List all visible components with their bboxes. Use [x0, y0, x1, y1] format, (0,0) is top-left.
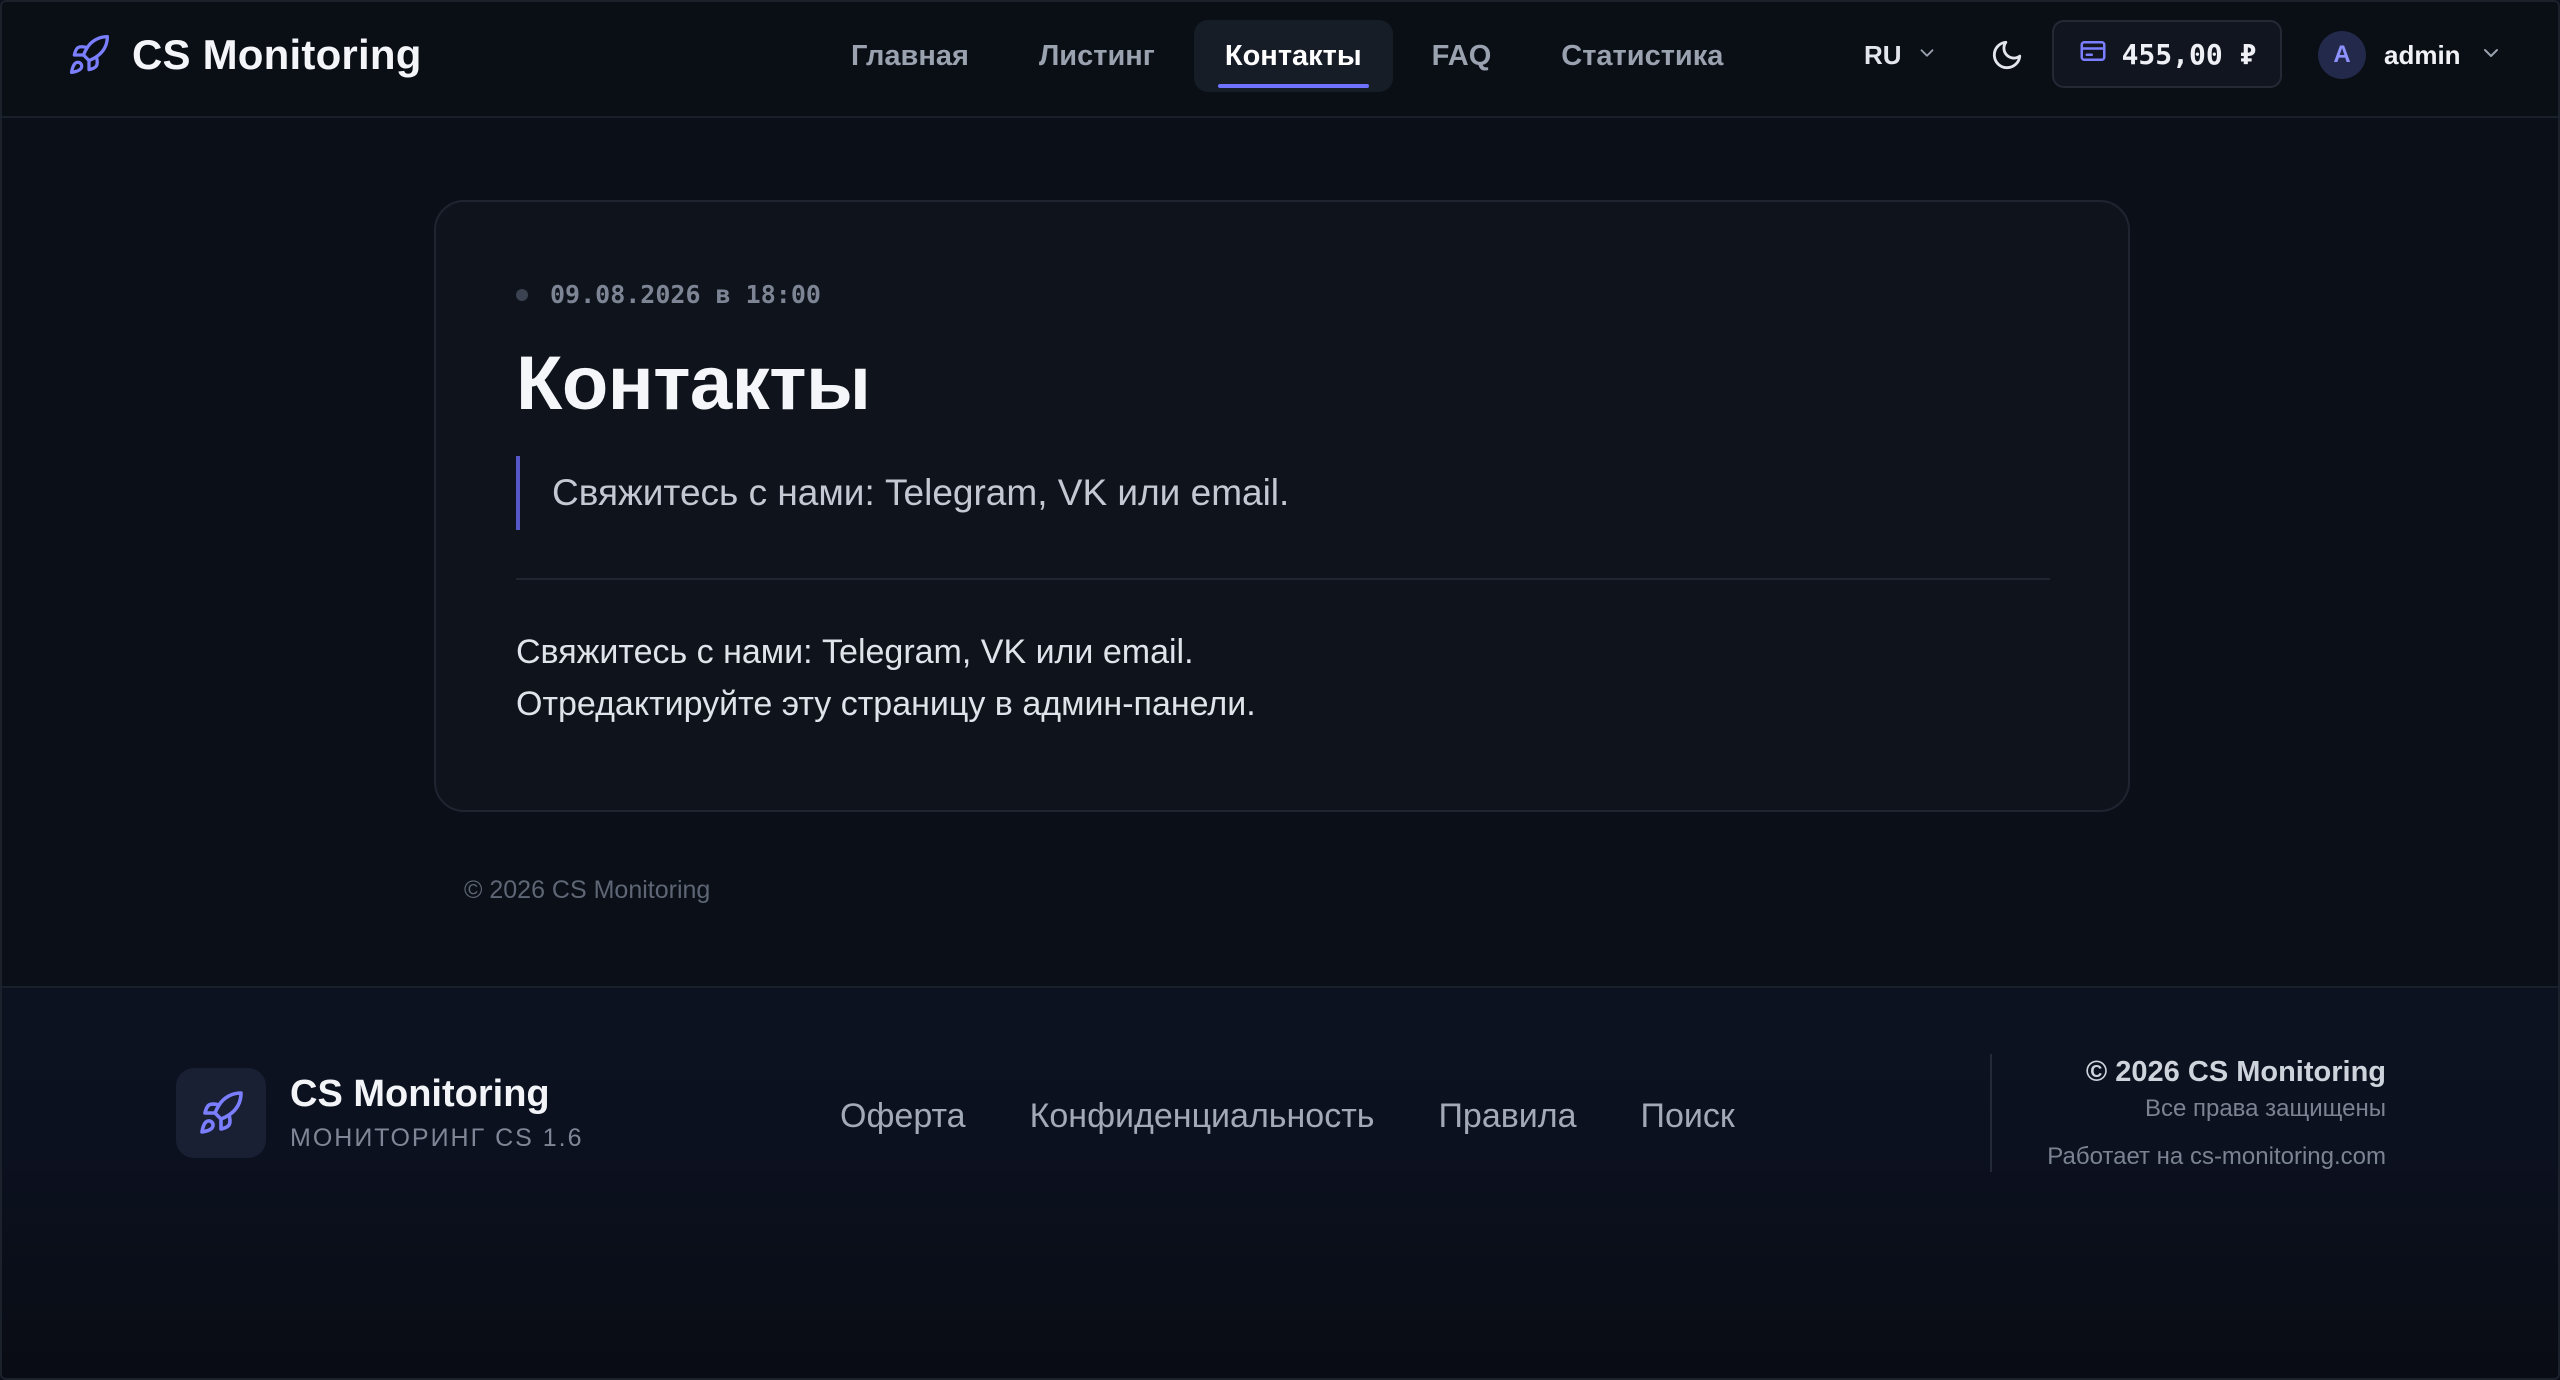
- footer-brand-text: CS Monitoring МОНИТОРИНГ CS 1.6: [290, 1073, 584, 1153]
- brand-title: CS Monitoring: [132, 31, 422, 78]
- footer-subtitle: МОНИТОРИНГ CS 1.6: [290, 1124, 584, 1152]
- footer-info: © 2026 CS Monitoring Все права защищены …: [2047, 1056, 2386, 1171]
- chevron-down-icon: [1916, 40, 1938, 71]
- avatar: A: [2318, 31, 2366, 79]
- user-name: admin: [2384, 39, 2461, 70]
- page: CS Monitoring Главная Листинг Контакты F…: [0, 0, 2560, 1380]
- user-menu[interactable]: A admin: [2318, 28, 2503, 82]
- nav-item-statistics[interactable]: Статистика: [1530, 20, 1754, 92]
- language-selector[interactable]: RU: [1864, 32, 1938, 78]
- lead-quote: Свяжитесь с нами: Telegram, VK или email…: [516, 456, 1289, 530]
- nav-item-listing[interactable]: Листинг: [1008, 20, 1186, 92]
- rocket-icon: [176, 1068, 266, 1158]
- footer-brand[interactable]: CS Monitoring МОНИТОРИНГ CS 1.6: [176, 1068, 584, 1158]
- body-line: Отредактируйте эту страницу в админ-пане…: [516, 685, 1256, 723]
- balance-button[interactable]: 455,00 ₽: [2052, 20, 2282, 88]
- footer-separator: [1990, 1054, 1992, 1172]
- site-footer: CS Monitoring МОНИТОРИНГ CS 1.6 Оферта К…: [2, 986, 2558, 1378]
- footer-link-privacy[interactable]: Конфиденциальность: [1030, 1097, 1375, 1136]
- nav-item-faq[interactable]: FAQ: [1401, 20, 1523, 92]
- post-meta: 09.08.2026 в 18:00: [516, 280, 821, 309]
- page-body: Свяжитесь с нами: Telegram, VK или email…: [516, 626, 1256, 730]
- main-nav: Главная Листинг Контакты FAQ Статистика: [820, 20, 1754, 92]
- content-card: 09.08.2026 в 18:00 Контакты Свяжитесь с …: [434, 200, 2130, 812]
- footer-link-search[interactable]: Поиск: [1641, 1097, 1735, 1136]
- footer-copyright: © 2026 CS Monitoring: [2085, 1056, 2386, 1088]
- rocket-icon: [66, 32, 112, 78]
- body-line: Свяжитесь с нами: Telegram, VK или email…: [516, 633, 1194, 671]
- footer-powered-by[interactable]: Работает на cs-monitoring.com: [2047, 1143, 2386, 1171]
- nav-item-home[interactable]: Главная: [820, 20, 1000, 92]
- balance-amount: 455,00 ₽: [2121, 37, 2257, 71]
- nav-item-contacts[interactable]: Контакты: [1193, 20, 1393, 92]
- lead-quote-text: Свяжитесь с нами: Telegram, VK или email…: [552, 472, 1290, 513]
- post-date: 09.08.2026 в 18:00: [550, 280, 821, 309]
- wallet-icon: [2078, 36, 2108, 73]
- footer-rights: Все права защищены: [2144, 1095, 2386, 1122]
- status-dot: [516, 288, 528, 301]
- footer-name: CS Monitoring: [290, 1073, 550, 1115]
- moon-icon: [1990, 38, 2024, 77]
- language-label: RU: [1864, 39, 1902, 70]
- brand-link[interactable]: CS Monitoring: [66, 30, 422, 80]
- divider: [516, 578, 2050, 580]
- theme-toggle-button[interactable]: [1982, 32, 2032, 82]
- content-copyright: © 2026 CS Monitoring: [464, 876, 711, 904]
- footer-nav: Оферта Конфиденциальность Правила Поиск: [840, 1088, 1735, 1144]
- footer-link-offer[interactable]: Оферта: [840, 1097, 966, 1136]
- footer-link-rules[interactable]: Правила: [1438, 1097, 1576, 1136]
- page-title: Контакты: [516, 341, 871, 426]
- chevron-down-icon: [2479, 41, 2503, 70]
- top-navbar: CS Monitoring Главная Листинг Контакты F…: [2, 2, 2558, 118]
